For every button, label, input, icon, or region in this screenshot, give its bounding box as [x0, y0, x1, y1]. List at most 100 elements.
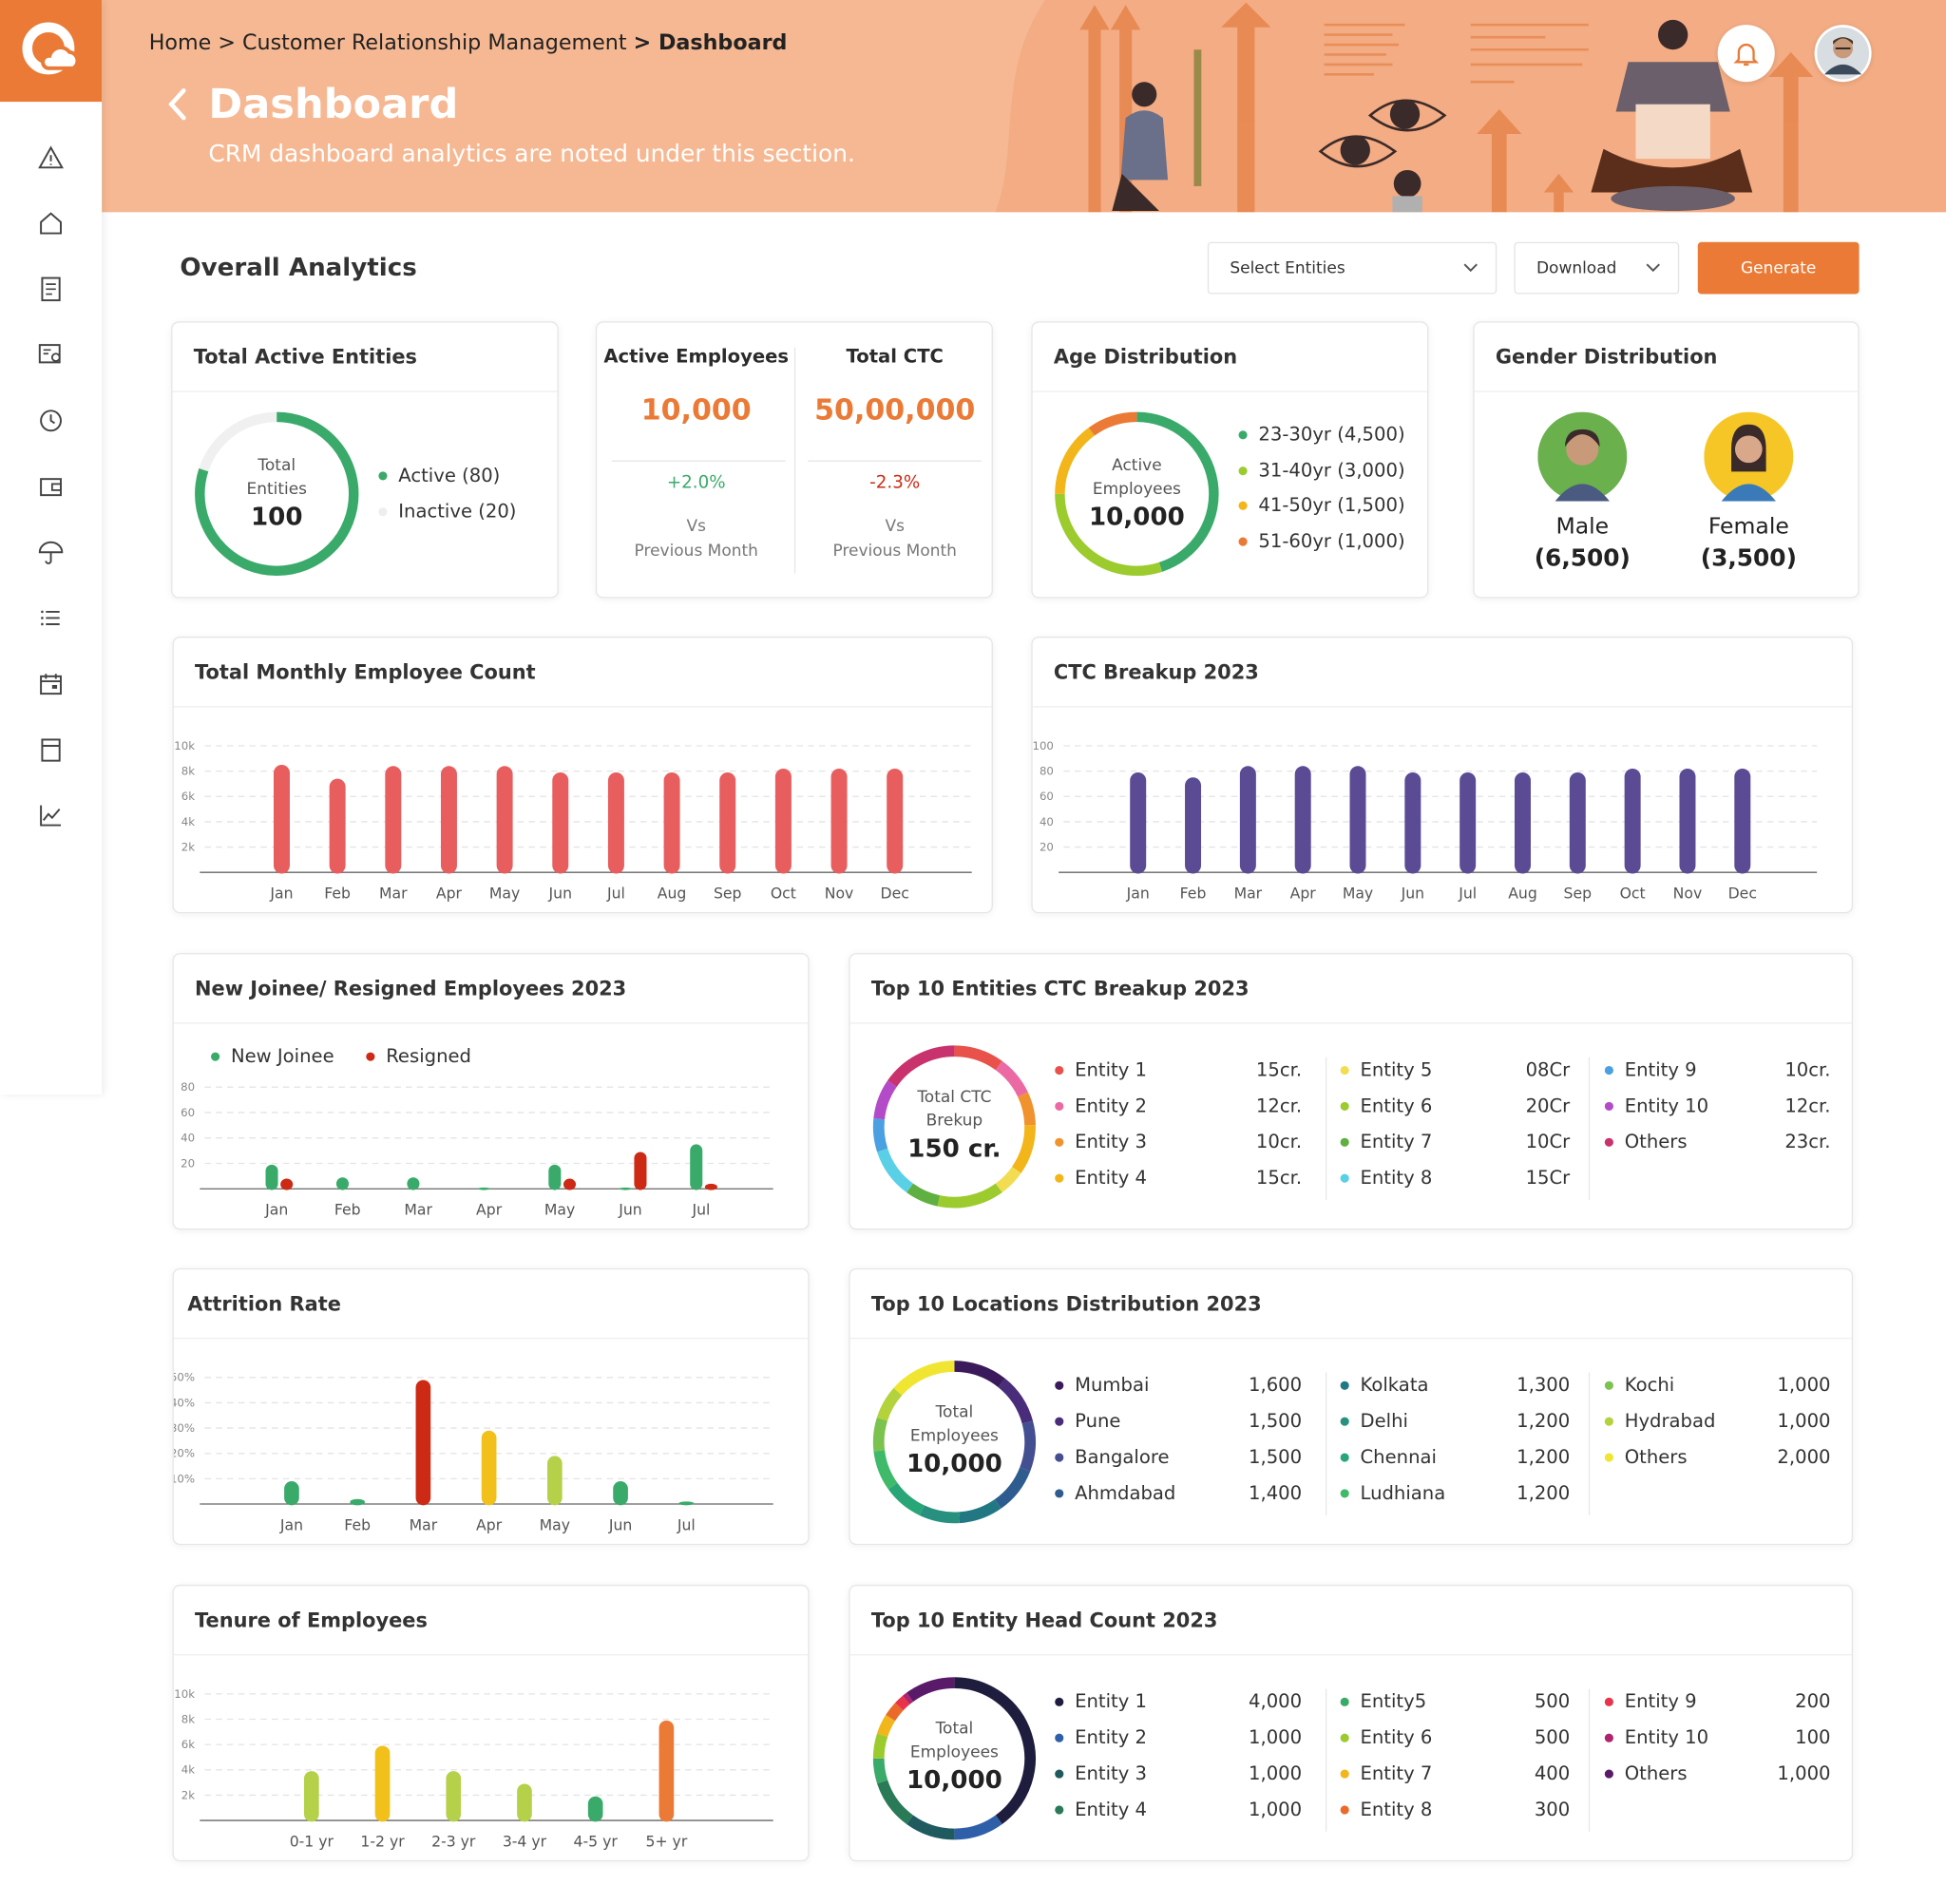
donut-segment[interactable] [872, 1417, 888, 1452]
generate-button[interactable]: Generate [1697, 241, 1860, 295]
donut-segment[interactable] [902, 1692, 914, 1704]
bar[interactable] [690, 1144, 703, 1190]
sidebar-item-documents[interactable] [26, 256, 75, 321]
sidebar-item-home[interactable] [26, 190, 75, 256]
bar[interactable] [1515, 771, 1531, 874]
sidebar-item-wallet[interactable] [26, 453, 75, 519]
sidebar-item-list[interactable] [26, 584, 75, 650]
bar[interactable] [1130, 771, 1147, 874]
donut-segment[interactable] [873, 1450, 898, 1490]
bar[interactable] [496, 766, 513, 874]
bar[interactable] [407, 1177, 420, 1190]
bar[interactable] [303, 1771, 319, 1822]
bar[interactable] [280, 1178, 294, 1190]
bar[interactable] [546, 1456, 563, 1506]
donut-segment[interactable] [1020, 1420, 1036, 1472]
bar[interactable] [329, 778, 346, 874]
donut-segment[interactable] [937, 1183, 1002, 1209]
bar[interactable] [607, 771, 624, 874]
bar[interactable] [1679, 768, 1696, 874]
bar[interactable] [719, 771, 736, 874]
back-arrow-icon[interactable] [163, 85, 191, 122]
breadcrumb-crm[interactable]: Customer Relationship Management [242, 31, 627, 56]
donut-segment[interactable] [906, 1677, 955, 1703]
bar[interactable] [446, 1771, 462, 1822]
bar[interactable] [477, 1187, 490, 1190]
app-logo[interactable] [0, 0, 103, 103]
donut-segment[interactable] [1011, 1125, 1036, 1173]
breadcrumb-home[interactable]: Home [149, 31, 212, 56]
donut-segment[interactable] [1018, 1092, 1036, 1126]
donut-segment[interactable] [887, 1045, 955, 1087]
bar[interactable] [704, 1183, 717, 1190]
bar[interactable] [481, 1430, 497, 1506]
bar[interactable] [887, 768, 904, 874]
page-header: Home > Customer Relationship Management … [102, 0, 1946, 213]
donut-segment[interactable] [954, 1815, 1002, 1840]
bar[interactable] [1185, 777, 1202, 874]
sidebar-item-reports[interactable] [26, 782, 75, 847]
bar[interactable] [774, 768, 792, 874]
divider [611, 460, 786, 462]
bar[interactable] [517, 1783, 532, 1822]
bar[interactable] [1460, 771, 1477, 874]
bar[interactable] [830, 768, 848, 874]
donut-segment[interactable] [872, 1758, 888, 1784]
sidebar-item-history[interactable] [26, 388, 75, 453]
donut-center: Total Entities 100 [215, 454, 339, 529]
bar[interactable] [613, 1481, 628, 1506]
user-avatar[interactable] [1814, 25, 1872, 83]
donut-segment[interactable] [893, 1361, 955, 1396]
donut-segment[interactable] [872, 1733, 888, 1759]
bar[interactable] [265, 1164, 278, 1190]
donut-segment[interactable] [995, 1166, 1021, 1193]
bar[interactable] [1239, 766, 1256, 874]
donut-segment[interactable] [895, 1695, 910, 1711]
bar[interactable] [1294, 766, 1311, 874]
bar[interactable] [273, 764, 290, 874]
bar[interactable] [440, 766, 457, 874]
bar[interactable] [1624, 768, 1641, 874]
x-tick-label: 3-4 yr [503, 1833, 547, 1851]
donut-segment[interactable] [919, 1505, 960, 1524]
notification-button[interactable] [1717, 25, 1775, 83]
donut-segment[interactable] [906, 1815, 955, 1840]
bar[interactable] [587, 1796, 603, 1822]
bar[interactable] [548, 1164, 562, 1190]
bar[interactable] [284, 1481, 299, 1506]
bar[interactable] [1569, 771, 1586, 874]
select-entities-dropdown[interactable]: Select Entities [1207, 241, 1498, 295]
bar[interactable] [1734, 768, 1751, 874]
bar[interactable] [552, 771, 569, 874]
bar[interactable] [335, 1177, 350, 1190]
donut-segment[interactable] [873, 1080, 897, 1120]
sidebar-item-calendar[interactable] [26, 650, 75, 715]
donut-segment[interactable] [887, 1482, 925, 1516]
sidebar-item-certificates[interactable] [26, 321, 75, 387]
donut-segment[interactable] [906, 1183, 941, 1207]
sidebar-item-insurance[interactable] [26, 519, 75, 584]
bar[interactable] [415, 1380, 431, 1506]
donut-segment[interactable] [958, 1499, 1002, 1524]
donut-segment[interactable] [954, 1361, 1005, 1388]
bar[interactable] [350, 1498, 365, 1506]
donut-segment[interactable] [872, 1118, 888, 1152]
bar[interactable] [385, 766, 402, 874]
center-value: 10,000 [906, 1764, 1002, 1795]
bar[interactable] [374, 1745, 391, 1822]
donut-segment[interactable] [954, 1045, 1002, 1071]
bar[interactable] [663, 771, 680, 874]
bar[interactable] [1404, 771, 1421, 874]
download-dropdown[interactable]: Download [1514, 241, 1680, 295]
legend-label: Delhi [1360, 1409, 1408, 1433]
bar[interactable] [619, 1187, 632, 1190]
sidebar-item-alerts[interactable] [26, 124, 75, 190]
donut-segment[interactable] [886, 1703, 904, 1722]
bar[interactable] [563, 1178, 577, 1190]
donut-segment[interactable] [877, 1714, 896, 1738]
bar[interactable] [1349, 766, 1366, 874]
bar[interactable] [658, 1720, 675, 1822]
bar[interactable] [678, 1501, 695, 1506]
sidebar-item-archive[interactable] [26, 716, 75, 782]
bar[interactable] [634, 1152, 647, 1190]
